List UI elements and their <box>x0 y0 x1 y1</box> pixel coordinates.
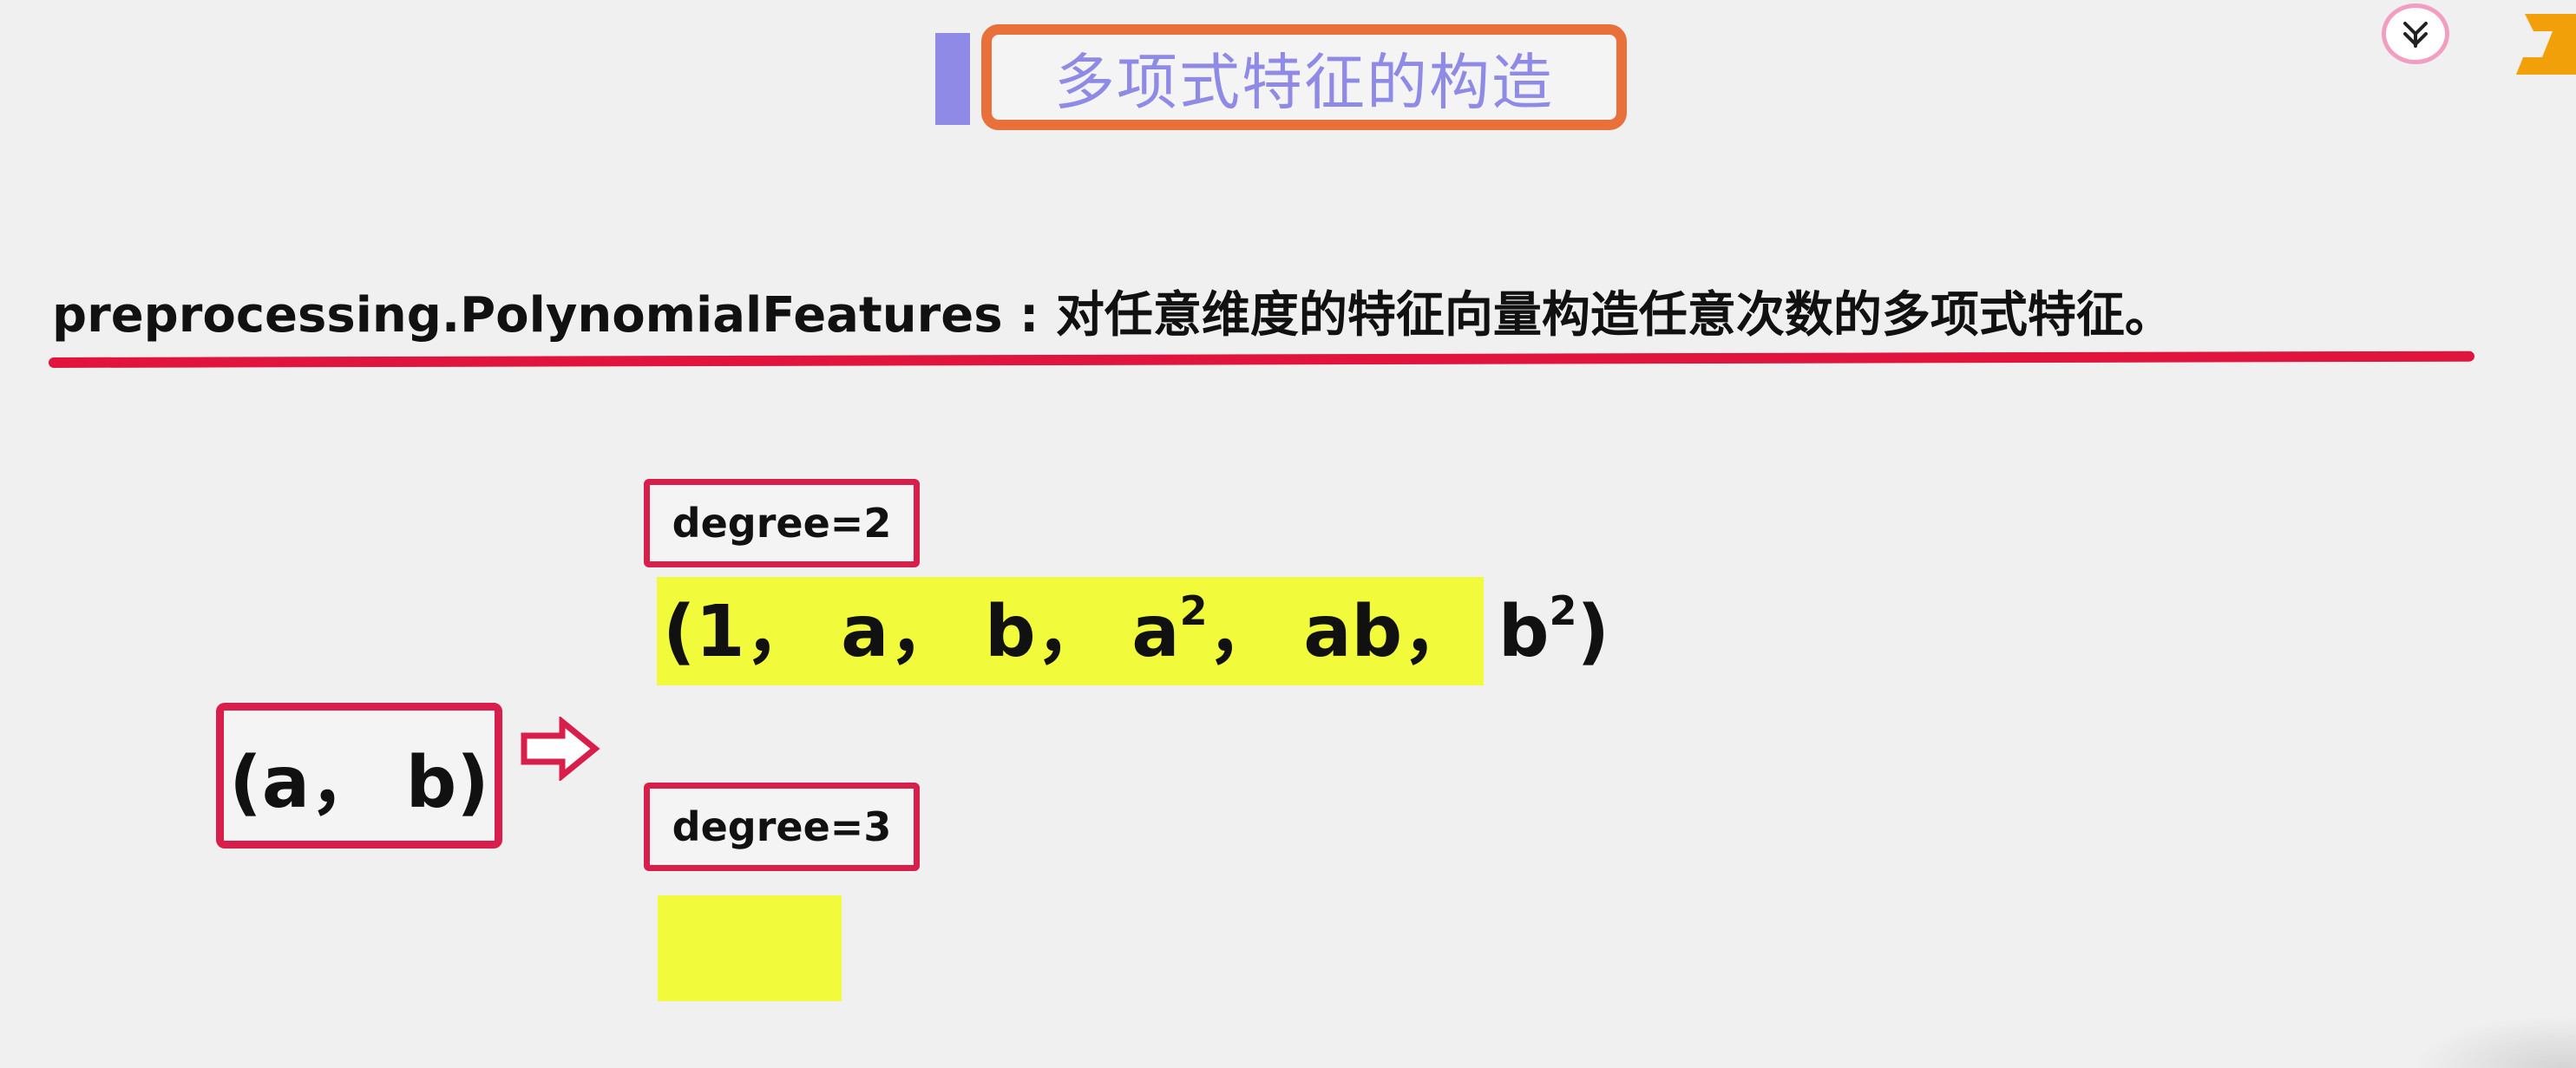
description-underline <box>48 351 2475 368</box>
description-text: preprocessing.PolynomialFeatures : 对任意维度… <box>52 287 2173 344</box>
formula-exponent: 2 <box>1179 586 1208 634</box>
slide-title-box: 多项式特征的构造 <box>981 24 1627 130</box>
degree-3-highlight <box>658 895 842 1001</box>
slide-title: 多项式特征的构造 <box>1054 46 1554 118</box>
formula-term: ) <box>1576 591 1610 673</box>
degree-2-formula: (1， a， b， a2， ab， b2) <box>663 591 1609 668</box>
title-marker-bar <box>935 33 970 125</box>
input-vector: (a， b) <box>229 741 489 824</box>
formula-term: ， <box>1207 591 1279 673</box>
corner-shadow <box>2412 1015 2576 1068</box>
formula-term: a， <box>841 591 960 673</box>
formula-exponent: 2 <box>1549 586 1577 634</box>
formula-term: (1， <box>663 591 816 673</box>
formula-term: ab， <box>1303 591 1474 673</box>
brand-icon <box>2516 14 2576 75</box>
right-arrow-icon <box>521 717 600 781</box>
degree-2-label: degree=2 <box>644 479 920 567</box>
formula-term: b， <box>985 591 1107 673</box>
formula-term: a <box>1131 591 1180 673</box>
input-vector-box: (a， b) <box>216 703 502 849</box>
degree-3-label: degree=3 <box>644 783 920 871</box>
formula-term: b <box>1498 591 1550 673</box>
app-logo-icon <box>2382 3 2449 64</box>
